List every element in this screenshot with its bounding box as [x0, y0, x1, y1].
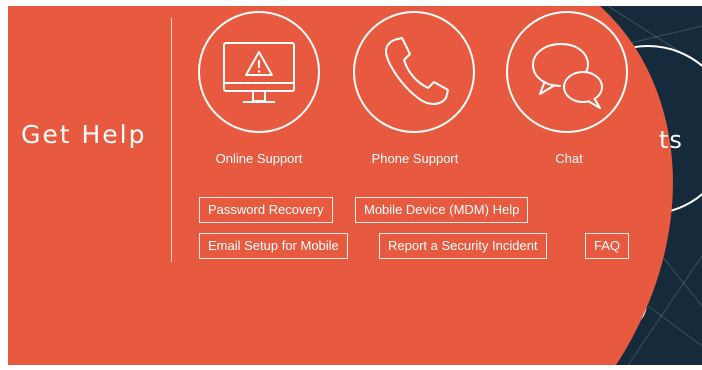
monitor-warning-icon: [198, 11, 320, 133]
mobile-device-mdm-help-link[interactable]: Mobile Device (MDM) Help: [355, 197, 529, 223]
vertical-divider: [171, 18, 172, 262]
phone-support-button[interactable]: [352, 10, 476, 134]
page: ts Get Help Online Support Phone Support…: [0, 0, 702, 370]
chat-button[interactable]: [505, 10, 629, 134]
section-title: Get Help: [21, 120, 147, 149]
password-recovery-link[interactable]: Password Recovery: [199, 197, 333, 223]
help-banner: ts Get Help Online Support Phone Support…: [8, 6, 702, 365]
chat-label[interactable]: Chat: [499, 151, 639, 166]
phone-icon: [353, 11, 475, 133]
email-setup-for-mobile-link[interactable]: Email Setup for Mobile: [199, 233, 348, 259]
chat-bubbles-icon: [506, 11, 628, 133]
faq-link[interactable]: FAQ: [585, 233, 630, 259]
report-security-incident-link[interactable]: Report a Security Incident: [379, 233, 547, 259]
online-support-button[interactable]: [197, 10, 321, 134]
phone-support-label[interactable]: Phone Support: [345, 151, 485, 166]
online-support-label[interactable]: Online Support: [189, 151, 329, 166]
background-partial-heading: ts: [659, 126, 683, 154]
